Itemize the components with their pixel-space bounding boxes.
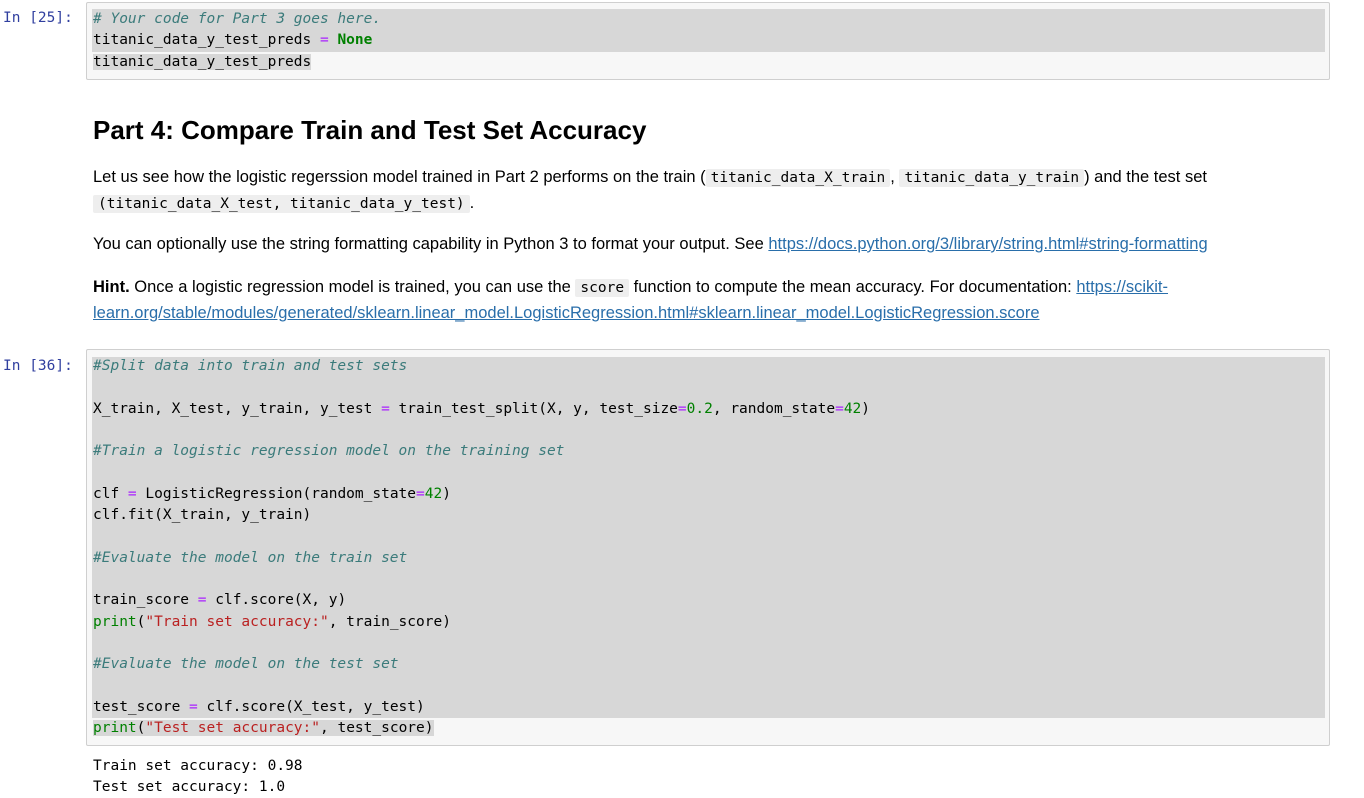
- markdown-paragraph: You can optionally use the string format…: [93, 232, 1313, 257]
- code-number: 42: [424, 485, 443, 502]
- code-operator: =: [127, 485, 137, 502]
- code-operator: =: [416, 485, 425, 502]
- docs-link[interactable]: https://docs.python.org/3/library/string…: [768, 235, 1207, 253]
- code-keyword: None: [328, 32, 373, 49]
- code-editor[interactable]: # Your code for Part 3 goes here. titani…: [93, 9, 381, 73]
- paragraph-text: ,: [890, 168, 895, 186]
- code-comment: #Evaluate the model on the test set: [93, 656, 399, 673]
- code-token: ): [861, 400, 871, 417]
- section-heading: Part 4: Compare Train and Test Set Accur…: [93, 115, 647, 145]
- inline-code: (titanic_data_X_test, titanic_data_y_tes…: [93, 195, 470, 213]
- code-token: ): [442, 485, 451, 502]
- inline-code: score: [575, 279, 630, 297]
- code-comment: #Evaluate the model on the train set: [93, 549, 408, 566]
- code-token: , test_score): [320, 720, 434, 737]
- paragraph-text: .: [469, 194, 475, 212]
- code-string: "Train set accuracy:": [145, 613, 329, 630]
- cell-prompt: In [25]:: [3, 10, 73, 26]
- paragraph-text: Once a logistic regression model is trai…: [129, 278, 576, 296]
- code-operator: =: [197, 592, 207, 609]
- inline-code: titanic_data_y_train: [899, 169, 1085, 187]
- paragraph-text: Let us see how the logistic regerssion m…: [93, 168, 706, 186]
- code-number: 42: [843, 400, 862, 417]
- paragraph-text: ) and the test set: [1084, 168, 1207, 186]
- code-token: train_score: [93, 592, 198, 609]
- code-token: test_score: [93, 698, 190, 715]
- code-comment: #Split data into train and test sets: [93, 358, 408, 374]
- code-cell-36[interactable]: #Split data into train and test sets X_t…: [86, 349, 1330, 746]
- code-operator: =: [677, 400, 687, 417]
- hint-label: Hint.: [93, 278, 130, 296]
- code-operator: =: [835, 400, 844, 417]
- code-number: 0.2: [686, 400, 713, 417]
- code-token: , train_score): [328, 613, 451, 630]
- cell-output: Train set accuracy: 0.98 Test set accura…: [93, 756, 303, 798]
- code-token: X_train, X_test, y_train, y_test: [93, 400, 382, 417]
- code-string: "Test set accuracy:": [145, 720, 320, 737]
- output-line: Train set accuracy: 0.98: [93, 758, 303, 774]
- code-builtin: print: [93, 720, 137, 737]
- cell-prompt: In [36]:: [3, 358, 73, 374]
- code-token: train_test_split(X, y, test_size: [389, 400, 678, 417]
- code-operator: =: [381, 400, 390, 417]
- markdown-paragraph: Let us see how the logistic regerssion m…: [93, 165, 1313, 217]
- code-operator: =: [319, 32, 329, 49]
- code-operator: =: [189, 698, 198, 715]
- code-token: titanic_data_y_test_preds: [93, 53, 312, 70]
- code-cell-25[interactable]: # Your code for Part 3 goes here. titani…: [86, 2, 1330, 80]
- code-token: clf.score(X, y): [206, 592, 347, 609]
- code-comment: #Train a logistic regression model on th…: [93, 443, 565, 460]
- code-token: clf.fit(X_train, y_train): [93, 507, 312, 524]
- paragraph-text: You can optionally use the string format…: [93, 235, 769, 253]
- inline-code: titanic_data_X_train: [705, 169, 891, 187]
- markdown-paragraph: Hint. Once a logistic regression model i…: [93, 275, 1313, 326]
- code-editor[interactable]: #Split data into train and test sets X_t…: [93, 356, 870, 739]
- sklearn-link[interactable]: learn.org/stable/modules/generated/sklea…: [93, 304, 1040, 322]
- code-token: , random_state: [712, 400, 836, 417]
- code-token: titanic_data_y_test_preds: [93, 32, 320, 49]
- code-token: clf: [93, 485, 128, 502]
- sklearn-link[interactable]: https://scikit-: [1076, 278, 1168, 296]
- paragraph-text: function to compute the mean accuracy. F…: [629, 278, 1077, 296]
- code-token: LogisticRegression(random_state: [136, 485, 417, 502]
- code-builtin: print: [93, 613, 137, 630]
- code-token: clf.score(X_test, y_test): [197, 698, 425, 715]
- code-comment: # Your code for Part 3 goes here.: [93, 11, 382, 27]
